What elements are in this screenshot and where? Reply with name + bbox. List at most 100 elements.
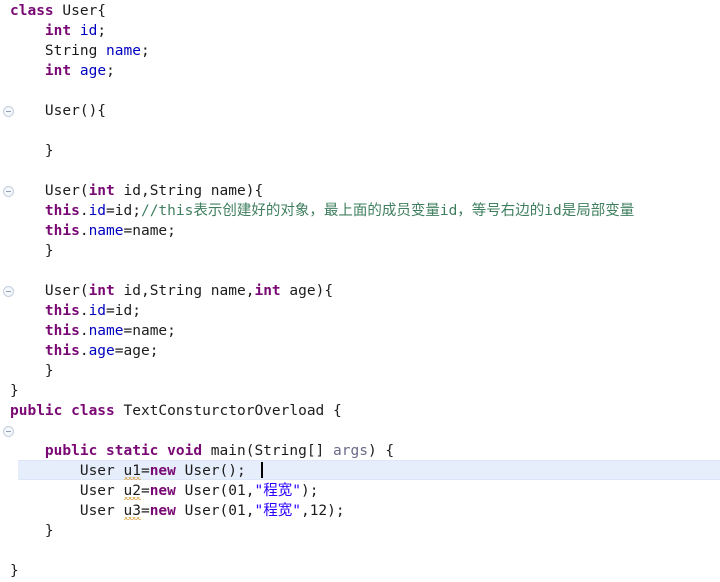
code-token: id,String name){ — [114, 183, 264, 199]
code-token: public static void — [44, 443, 203, 459]
code-token: args — [333, 443, 368, 459]
code-line[interactable] — [10, 161, 19, 181]
text-caret — [261, 462, 263, 478]
code-token: User( — [175, 503, 229, 519]
code-token: = — [140, 483, 150, 499]
code-token: User{ — [53, 3, 107, 19]
code-token: } — [10, 563, 19, 579]
code-token: class — [10, 3, 54, 19]
code-line[interactable] — [10, 121, 19, 141]
code-line[interactable]: class User{ — [10, 1, 106, 21]
code-token: "程宽" — [254, 483, 301, 499]
code-token: . — [79, 323, 89, 339]
code-token: . — [79, 303, 89, 319]
code-line[interactable]: User(int id,String name){ — [10, 181, 263, 201]
code-token: User — [10, 503, 124, 519]
code-token: . — [79, 343, 89, 359]
code-token: ); — [300, 483, 319, 499]
code-line[interactable]: this.id=id;//this表示创建好的对象，最上面的成员变量id，等号右… — [10, 201, 634, 221]
code-line[interactable] — [10, 421, 19, 441]
code-token: User( — [175, 483, 229, 499]
code-token: ) { — [367, 443, 395, 459]
code-token: 01 — [228, 483, 246, 499]
code-token: new — [149, 503, 176, 519]
code-token: =name; — [123, 323, 176, 339]
code-line[interactable]: } — [10, 521, 54, 541]
code-line[interactable] — [10, 541, 19, 561]
code-token: ; — [97, 23, 107, 39]
code-token: this — [44, 203, 80, 219]
code-token: =name; — [123, 223, 176, 239]
code-token: this — [44, 223, 80, 239]
code-token: id — [88, 303, 107, 319]
code-line[interactable]: this.age=age; — [10, 341, 159, 361]
code-line[interactable]: int age; — [10, 61, 115, 81]
code-token: name — [106, 43, 141, 59]
code-token: User(); — [175, 463, 246, 479]
code-line[interactable]: } — [10, 561, 19, 581]
code-token: =id; — [106, 203, 141, 219]
code-line[interactable]: User u1=new User(); — [10, 461, 246, 481]
code-line[interactable]: int id; — [10, 21, 106, 41]
code-token: //this表示创建好的对象，最上面的成员变量id，等号右边的id是局部变量 — [140, 203, 635, 219]
code-token: User(){ — [10, 103, 107, 119]
code-token: User( — [10, 283, 89, 299]
code-token: this — [44, 343, 80, 359]
code-line[interactable]: User(int id,String name,int age){ — [10, 281, 333, 301]
code-line[interactable]: User u2=new User(01,"程宽"); — [10, 481, 318, 501]
code-token: = — [140, 503, 150, 519]
code-token: . — [79, 223, 89, 239]
code-line[interactable]: public static void main(String[] args) { — [10, 441, 394, 461]
code-token: , — [245, 503, 255, 519]
code-token: new — [149, 463, 176, 479]
code-token: , — [300, 503, 310, 519]
code-token: int — [88, 183, 115, 199]
code-line[interactable]: } — [10, 141, 54, 161]
code-token: String — [10, 43, 107, 59]
code-token: =age; — [114, 343, 159, 359]
code-line[interactable]: this.name=name; — [10, 221, 176, 241]
code-line[interactable]: } — [10, 241, 54, 261]
code-line[interactable]: this.name=name; — [10, 321, 176, 341]
code-token: 01 — [228, 503, 246, 519]
code-token: =id; — [106, 303, 141, 319]
code-token: } — [10, 243, 54, 259]
code-token: u2 — [123, 483, 141, 499]
code-line[interactable] — [10, 261, 19, 281]
code-token: } — [10, 523, 54, 539]
code-token: } — [10, 383, 19, 399]
code-token: int — [44, 63, 72, 79]
code-token: id,String name, — [114, 283, 255, 299]
code-line[interactable]: User u3=new User(01,"程宽",12); — [10, 501, 345, 521]
code-token: id — [79, 23, 98, 39]
code-token: u3 — [123, 503, 141, 519]
code-token: ; — [106, 63, 115, 79]
code-token: age){ — [280, 283, 334, 299]
code-content[interactable]: class User{ int id; String name; int age… — [0, 0, 720, 582]
code-line[interactable]: String name; — [10, 41, 150, 61]
code-token: } — [10, 143, 54, 159]
code-line[interactable]: User(){ — [10, 101, 106, 121]
code-token: ; — [140, 43, 150, 59]
code-token: int — [88, 283, 115, 299]
code-line[interactable]: this.id=id; — [10, 301, 141, 321]
code-token: User — [10, 463, 124, 479]
code-token: name — [88, 223, 124, 239]
code-token: age — [79, 63, 107, 79]
code-line[interactable]: } — [10, 381, 19, 401]
code-token: main(String[] — [202, 443, 334, 459]
code-line[interactable] — [10, 81, 19, 101]
code-token: age — [88, 343, 115, 359]
code-line[interactable]: public class TextConsturctorOverload { — [10, 401, 342, 421]
code-editor[interactable]: class User{ int id; String name; int age… — [0, 0, 720, 582]
code-line[interactable]: } — [10, 361, 54, 381]
